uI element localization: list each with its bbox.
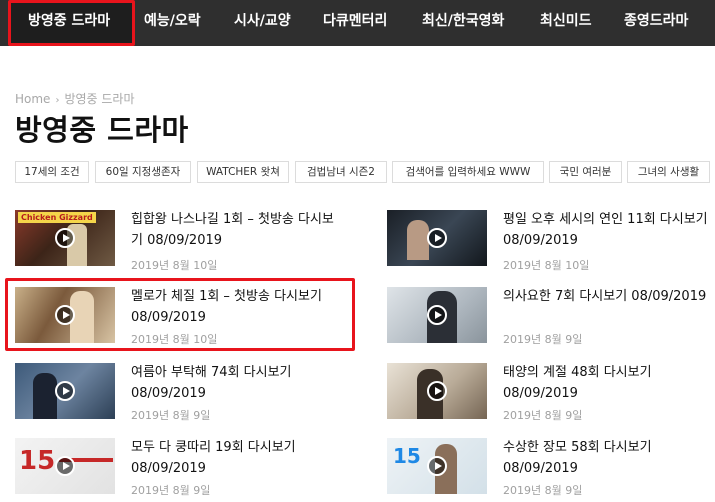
post-item[interactable]: Chicken Gizzard 힙합왕 나스나길 1회 – 첫방송 다시보기 0… (15, 210, 355, 274)
play-icon[interactable] (427, 456, 447, 476)
nav-item-variety[interactable]: 예능/오락 (144, 0, 201, 46)
tag-link[interactable]: 국민 여러분 (549, 161, 622, 183)
tag-link[interactable]: 그녀의 사생활 (627, 161, 710, 183)
thumbnail-graphic: 15 (393, 444, 421, 468)
nav-item-airing-drama[interactable]: 방영중 드라마 (11, 0, 133, 46)
post-date: 2019년 8월 9일 (503, 333, 583, 346)
post-thumbnail[interactable]: Chicken Gizzard (15, 210, 115, 266)
post-title[interactable]: 멜로가 체질 1회 – 첫방송 다시보기 08/09/2019 (131, 286, 345, 328)
post-title[interactable]: 힙합왕 나스나길 1회 – 첫방송 다시보기 08/09/2019 (131, 209, 341, 251)
thumbnail-sign-text: Chicken Gizzard (18, 212, 96, 223)
thumbnail-figure (33, 373, 57, 419)
play-icon[interactable] (427, 381, 447, 401)
post-item[interactable]: 15 수상한 장모 58회 다시보기 08/09/2019 2019년 8월 9… (387, 438, 712, 500)
post-item[interactable]: 의사요한 7회 다시보기 08/09/2019 2019년 8월 9일 (387, 286, 712, 346)
nav-item-current-affairs[interactable]: 시사/교양 (234, 0, 291, 46)
play-icon[interactable] (55, 381, 75, 401)
post-item[interactable]: 멜로가 체질 1회 – 첫방송 다시보기 08/09/2019 2019년 8월… (15, 286, 355, 346)
nav-item-ended-drama[interactable]: 종영드라마 (624, 0, 688, 46)
breadcrumb: Home › 방영중 드라마 (15, 90, 135, 107)
play-icon[interactable] (55, 228, 75, 248)
post-date: 2019년 8월 10일 (131, 333, 218, 346)
post-date: 2019년 8월 9일 (131, 409, 211, 422)
play-icon[interactable] (55, 456, 75, 476)
page-title: 방영중 드라마 (15, 113, 189, 147)
tag-link[interactable]: 검색어를 입력하세요 WWW (392, 161, 544, 183)
top-navigation: 방영중 드라마 예능/오락 시사/교양 다큐멘터리 최신/한국영화 최신미드 종… (0, 0, 715, 46)
post-title[interactable]: 평일 오후 세시의 연인 11회 다시보기 08/09/2019 (503, 209, 710, 251)
post-date: 2019년 8월 10일 (131, 259, 218, 272)
tag-link[interactable]: 60일 지정생존자 (95, 161, 191, 183)
nav-item-documentary[interactable]: 다큐멘터리 (323, 0, 387, 46)
post-item[interactable]: 평일 오후 세시의 연인 11회 다시보기 08/09/2019 2019년 8… (387, 210, 712, 274)
nav-item-korean-movies[interactable]: 최신/한국영화 (422, 0, 504, 46)
post-date: 2019년 8월 10일 (503, 259, 590, 272)
post-title[interactable]: 모두 다 쿵따리 19회 다시보기 08/09/2019 (131, 437, 345, 479)
breadcrumb-current: 방영중 드라마 (64, 92, 135, 106)
post-thumbnail[interactable] (15, 363, 115, 419)
post-item[interactable]: 여름아 부탁해 74회 다시보기 08/09/2019 2019년 8월 9일 (15, 363, 355, 423)
post-title[interactable]: 태양의 계절 48회 다시보기 08/09/2019 (503, 362, 710, 404)
breadcrumb-separator: › (55, 95, 60, 106)
thumbnail-graphic: 15 (19, 446, 56, 476)
thumbnail-figure (407, 220, 429, 260)
tag-link[interactable]: WATCHER 왓쳐 (197, 161, 289, 183)
post-date: 2019년 8월 9일 (503, 409, 583, 422)
post-thumbnail[interactable] (387, 287, 487, 343)
play-icon[interactable] (55, 305, 75, 325)
post-title[interactable]: 의사요한 7회 다시보기 08/09/2019 (503, 286, 710, 307)
post-thumbnail[interactable] (387, 210, 487, 266)
breadcrumb-home-link[interactable]: Home (15, 92, 50, 106)
tag-link[interactable]: 17세의 조건 (15, 161, 89, 183)
post-thumbnail[interactable]: 15 (387, 438, 487, 494)
post-item[interactable]: 15 모두 다 쿵따리 19회 다시보기 08/09/2019 2019년 8월… (15, 438, 355, 500)
tag-link[interactable]: 검법남녀 시즌2 (295, 161, 387, 183)
nav-item-us-drama[interactable]: 최신미드 (540, 0, 592, 46)
play-icon[interactable] (427, 305, 447, 325)
post-title[interactable]: 여름아 부탁해 74회 다시보기 08/09/2019 (131, 362, 345, 404)
post-date: 2019년 8월 9일 (503, 484, 583, 497)
play-icon[interactable] (427, 228, 447, 248)
post-thumbnail[interactable] (387, 363, 487, 419)
post-item[interactable]: 태양의 계절 48회 다시보기 08/09/2019 2019년 8월 9일 (387, 363, 712, 423)
post-title[interactable]: 수상한 장모 58회 다시보기 08/09/2019 (503, 437, 710, 479)
post-thumbnail[interactable] (15, 287, 115, 343)
post-thumbnail[interactable]: 15 (15, 438, 115, 494)
post-date: 2019년 8월 9일 (131, 484, 211, 497)
